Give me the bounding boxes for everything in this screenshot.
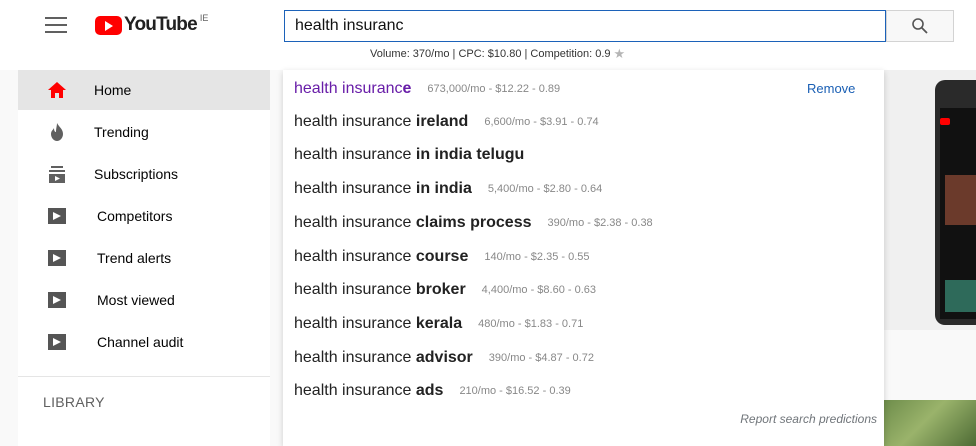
keyword-metrics-text: Volume: 370/mo | CPC: $10.80 | Competiti… [370,48,611,60]
suggestion-text: health insurance course [294,248,469,265]
report-predictions-link[interactable]: Report search predictions [740,412,877,426]
suggestion-metrics: 390/mo - $4.87 - 0.72 [488,352,594,364]
masthead: YouTube IE Volume: 370/mo | CPC: $10.80 … [0,0,976,70]
remove-suggestion-link[interactable]: Remove [807,81,855,96]
search-input[interactable] [285,11,885,41]
sidebar-item-most-viewed[interactable]: Most viewed [18,280,270,320]
logo-text: YouTube [124,14,198,35]
play-box-icon [48,292,66,308]
search-suggestions-dropdown: health insurance 673,000/mo - $12.22 - 0… [283,70,884,446]
suggestion-text: health insurance claims process [294,214,532,231]
suggestion-text: health insurance ads [294,382,444,399]
search-box[interactable] [284,10,886,42]
sidebar-item-label: Trending [94,124,149,140]
flame-icon [51,123,63,141]
sidebar-item-channel-audit[interactable]: Channel audit [18,322,270,362]
play-box-icon [48,208,66,224]
play-box-icon [48,334,66,350]
subscriptions-icon [49,166,65,183]
sidebar-item-label: Channel audit [97,334,184,350]
suggestion-text: health insurance in india [294,180,472,197]
sidebar-item-subscriptions[interactable]: Subscriptions [18,154,270,194]
sidebar-item-label: Competitors [97,208,173,224]
star-icon[interactable]: ★ [614,46,626,62]
suggestion-item[interactable]: health insurance broker 4,400/mo - $8.60… [294,275,596,305]
sidebar-item-label: Most viewed [97,292,175,308]
sidebar-item-label: Trend alerts [97,250,172,266]
sidebar-item-home[interactable]: Home [18,70,270,110]
suggestion-text: health insurance advisor [294,349,473,366]
suggestion-item[interactable]: health insurance 673,000/mo - $12.22 - 0… [294,74,560,104]
menu-icon[interactable] [45,17,67,35]
sidebar-item-trending[interactable]: Trending [18,112,270,152]
search-button[interactable] [886,10,954,42]
suggestion-text: health insurance in india telugu [294,146,525,163]
play-box-icon [48,250,66,266]
sidebar-item-trend-alerts[interactable]: Trend alerts [18,238,270,278]
sidebar: Home Trending Subscriptions Competitors … [18,70,270,446]
youtube-logo[interactable]: YouTube IE [95,13,209,36]
suggestion-text: health insurance [294,80,412,97]
suggestion-metrics: 6,600/mo - $3.91 - 0.74 [484,116,599,128]
sidebar-item-label: Subscriptions [94,166,179,182]
sidebar-item-competitors[interactable]: Competitors [18,196,270,236]
suggestion-item[interactable]: health insurance in india 5,400/mo - $2.… [294,174,602,204]
youtube-play-icon [95,15,122,35]
suggestion-item[interactable]: health insurance advisor 390/mo - $4.87 … [294,343,594,373]
keyword-metrics: Volume: 370/mo | CPC: $10.80 | Competiti… [370,46,625,62]
suggestion-metrics: 140/mo - $2.35 - 0.55 [484,251,590,263]
suggestion-metrics: 210/mo - $16.52 - 0.39 [459,385,571,397]
home-icon [48,82,66,98]
suggestion-text: health insurance ireland [294,113,469,130]
country-code: IE [199,13,209,23]
sidebar-item-label: Home [94,82,132,98]
suggestion-metrics: 5,400/mo - $2.80 - 0.64 [487,183,603,195]
suggestion-metrics: 480/mo - $1.83 - 0.71 [478,318,584,330]
suggestion-metrics: 673,000/mo - $12.22 - 0.89 [427,83,561,95]
suggestion-metrics: 4,400/mo - $8.60 - 0.63 [481,284,597,296]
suggestion-item[interactable]: health insurance claims process 390/mo -… [294,208,653,238]
suggestion-text: health insurance broker [294,281,466,298]
suggestion-item[interactable]: health insurance kerala 480/mo - $1.83 -… [294,309,583,339]
suggestion-metrics: 390/mo - $2.38 - 0.38 [547,217,653,229]
suggestion-item[interactable]: health insurance course 140/mo - $2.35 -… [294,242,590,272]
suggestion-item[interactable]: health insurance ads 210/mo - $16.52 - 0… [294,376,571,406]
search-icon [912,18,928,34]
video-thumbnail[interactable] [884,400,976,446]
sidebar-section-heading: LIBRARY [43,394,105,410]
sidebar-divider [18,376,270,377]
suggestion-item[interactable]: health insurance in india telugu [294,140,540,170]
suggestion-text: health insurance kerala [294,315,463,332]
phone-image [935,80,976,325]
suggestion-item[interactable]: health insurance ireland 6,600/mo - $3.9… [294,107,599,137]
